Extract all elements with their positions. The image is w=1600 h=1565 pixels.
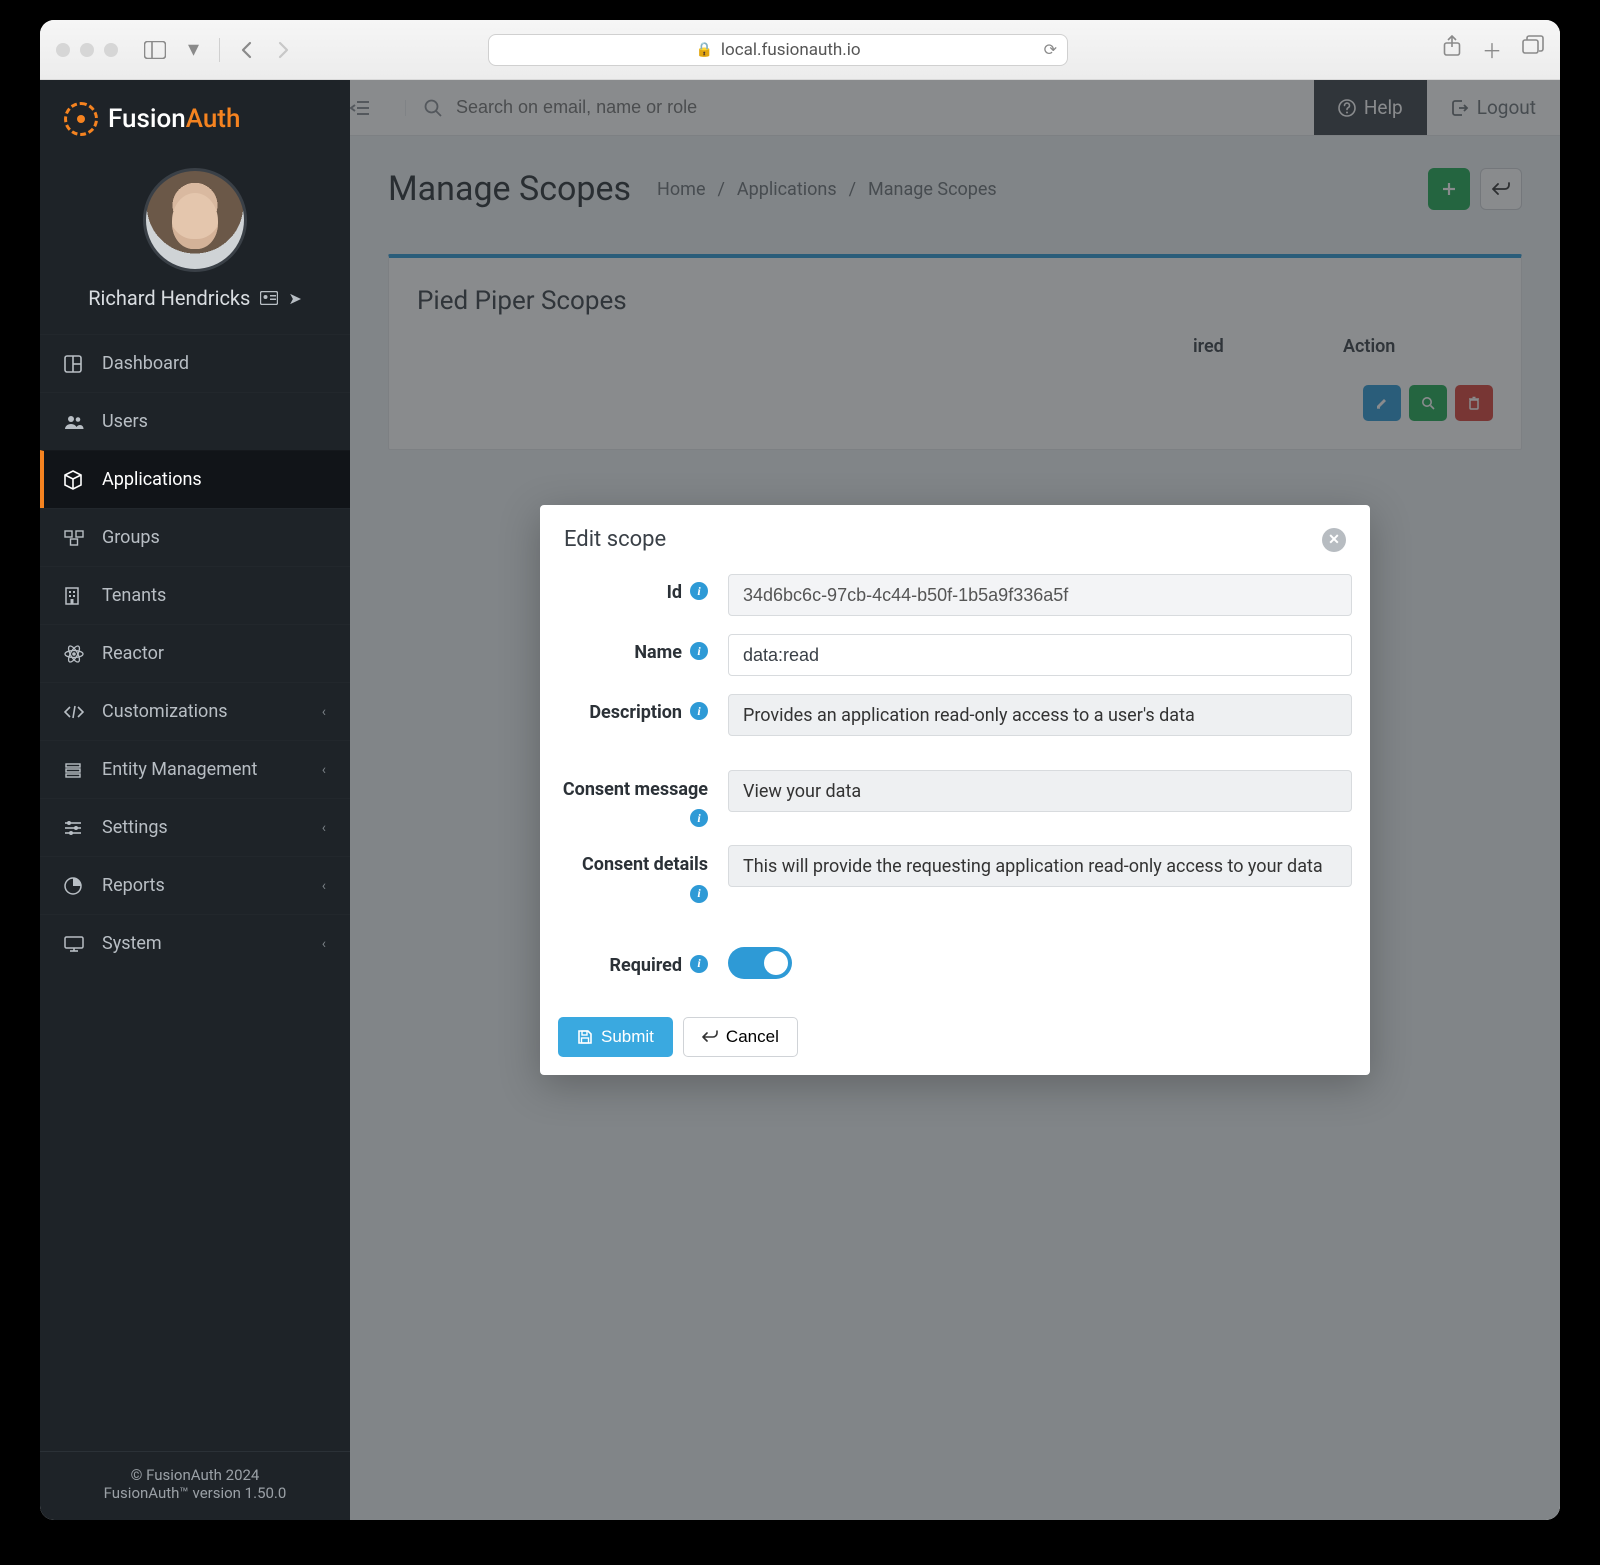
chevron-left-icon: ‹ xyxy=(322,762,326,778)
monitor-icon xyxy=(64,936,86,952)
chevron-down-icon[interactable]: ▾ xyxy=(182,35,205,64)
building-icon xyxy=(64,587,86,605)
avatar[interactable] xyxy=(143,168,247,272)
back-button[interactable] xyxy=(234,38,260,62)
sidebar-item-dashboard[interactable]: Dashboard xyxy=(40,334,350,392)
cube-icon xyxy=(64,470,86,490)
cancel-button[interactable]: Cancel xyxy=(683,1017,798,1057)
name-field[interactable] xyxy=(728,634,1352,676)
info-icon[interactable]: i xyxy=(690,809,708,827)
new-tab-icon[interactable]: ＋ xyxy=(1482,35,1502,64)
users-icon xyxy=(64,414,86,430)
sidebar-item-customizations[interactable]: Customizations‹ xyxy=(40,682,350,740)
dashboard-icon xyxy=(64,355,86,373)
window-controls[interactable] xyxy=(56,43,118,57)
close-icon[interactable]: ✕ xyxy=(1322,528,1346,552)
brand-mark-icon xyxy=(64,102,98,136)
required-toggle[interactable] xyxy=(728,947,792,979)
sidebar-nav: Dashboard Users Applications Groups Tena… xyxy=(40,334,350,1451)
browser-window: ▾ 🔒 local.fusionauth.io ⟳ ＋ Fusion xyxy=(40,20,1560,1520)
share-icon[interactable] xyxy=(1442,35,1462,64)
submit-button[interactable]: Submit xyxy=(558,1017,673,1057)
chevron-left-icon: ‹ xyxy=(322,878,326,894)
user-name: Richard Hendricks xyxy=(88,286,250,310)
sliders-icon xyxy=(64,820,86,836)
chevron-left-icon: ‹ xyxy=(322,704,326,720)
sidebar-item-system[interactable]: System‹ xyxy=(40,914,350,972)
description-field[interactable]: Provides an application read-only access… xyxy=(728,694,1352,736)
traffic-close-icon[interactable] xyxy=(56,43,70,57)
tabs-icon[interactable] xyxy=(1522,35,1544,64)
pie-chart-icon xyxy=(64,877,86,895)
undo-icon xyxy=(702,1030,718,1044)
consent-message-field[interactable]: View your data xyxy=(728,770,1352,812)
label-name: Namei xyxy=(558,634,708,663)
sidebar-item-applications[interactable]: Applications xyxy=(40,450,350,508)
traffic-max-icon[interactable] xyxy=(104,43,118,57)
chevron-left-icon: ‹ xyxy=(322,820,326,836)
url-text: local.fusionauth.io xyxy=(721,40,861,60)
label-consent-details: Consent detailsi xyxy=(558,845,708,902)
info-icon[interactable]: i xyxy=(690,582,708,600)
sidebar-item-reports[interactable]: Reports‹ xyxy=(40,856,350,914)
consent-details-field[interactable]: This will provide the requesting applica… xyxy=(728,845,1352,887)
url-bar[interactable]: 🔒 local.fusionauth.io ⟳ xyxy=(488,34,1068,66)
id-field[interactable] xyxy=(728,574,1352,616)
profile-block: Richard Hendricks ➤ xyxy=(40,158,350,334)
brand-logo[interactable]: FusionAuth xyxy=(40,80,350,158)
traffic-min-icon[interactable] xyxy=(80,43,94,57)
modal-title: Edit scope xyxy=(564,527,666,552)
id-card-icon[interactable] xyxy=(260,291,278,305)
sidebar-item-groups[interactable]: Groups xyxy=(40,508,350,566)
sidebar-toggle-icon[interactable] xyxy=(138,39,172,61)
label-description: Descriptioni xyxy=(558,694,708,723)
sidebar-item-reactor[interactable]: Reactor xyxy=(40,624,350,682)
sidebar-item-tenants[interactable]: Tenants xyxy=(40,566,350,624)
reload-icon[interactable]: ⟳ xyxy=(1044,40,1057,59)
edit-scope-modal: Edit scope ✕ Idi Namei Descriptioni Prov… xyxy=(540,505,1370,1075)
layers-icon xyxy=(64,761,86,779)
sidebar-item-entity-management[interactable]: Entity Management‹ xyxy=(40,740,350,798)
sidebar-item-settings[interactable]: Settings‹ xyxy=(40,798,350,856)
label-required: Requiredi xyxy=(558,947,708,976)
save-icon xyxy=(577,1029,593,1045)
main-content: Help Logout Manage Scopes Home / Applica… xyxy=(350,80,1560,1520)
lock-icon: 🔒 xyxy=(695,42,712,58)
atom-icon xyxy=(64,644,86,664)
info-icon[interactable]: i xyxy=(690,702,708,720)
info-icon[interactable]: i xyxy=(690,885,708,903)
chevron-left-icon: ‹ xyxy=(322,936,326,952)
info-icon[interactable]: i xyxy=(690,642,708,660)
sidebar-footer: © FusionAuth 2024 FusionAuth™ version 1.… xyxy=(40,1451,350,1520)
groups-icon xyxy=(64,530,86,546)
label-consent-message: Consent messagei xyxy=(558,770,708,827)
code-icon xyxy=(64,705,86,719)
info-icon[interactable]: i xyxy=(690,955,708,973)
browser-titlebar: ▾ 🔒 local.fusionauth.io ⟳ ＋ xyxy=(40,20,1560,80)
sidebar-item-users[interactable]: Users xyxy=(40,392,350,450)
label-id: Idi xyxy=(558,574,708,603)
location-icon[interactable]: ➤ xyxy=(288,289,301,308)
sidebar: FusionAuth Richard Hendricks ➤ Dashboard… xyxy=(40,80,350,1520)
forward-button[interactable] xyxy=(270,38,296,62)
